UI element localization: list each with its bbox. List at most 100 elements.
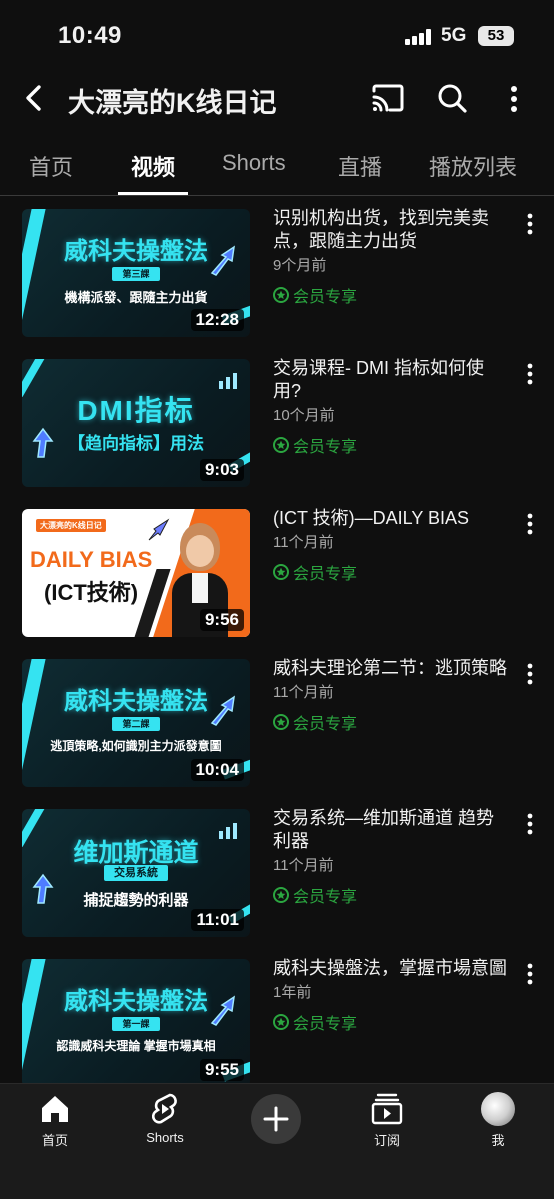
members-star-icon [273, 287, 289, 303]
plus-icon [263, 1106, 289, 1132]
video-age: 9个月前 [273, 257, 327, 274]
video-title[interactable]: 威科夫理论第二节：逃顶策略 [273, 657, 509, 680]
battery-icon: 53 [478, 26, 514, 46]
thumbnail-badge: 第三課 [112, 267, 160, 281]
subscriptions-icon [371, 1093, 403, 1125]
video-options-icon[interactable] [522, 961, 538, 987]
video-thumbnail[interactable]: 威科夫操盤法 第一課 認識威科夫理論 掌握市場真相 9:55 [22, 959, 250, 1087]
thumbnail-subtitle: 捕捉趨勢的利器 [83, 892, 189, 909]
thumbnail-title: DMI指标 [77, 395, 195, 426]
members-only-badge: 会员专享 [273, 283, 509, 307]
video-age: 11个月前 [273, 857, 334, 874]
nav-you-label: 我 [491, 1133, 505, 1148]
nav-shorts[interactable]: Shorts [125, 1092, 205, 1145]
create-button[interactable] [251, 1094, 301, 1144]
video-options-icon[interactable] [522, 661, 538, 687]
back-arrow-icon[interactable] [18, 82, 50, 114]
members-star-icon [273, 714, 289, 730]
arrow-up-icon [32, 873, 54, 904]
app-header: 大漂亮的K线日记 [0, 70, 554, 128]
cast-icon[interactable] [370, 82, 406, 114]
arrow-up-icon [210, 695, 235, 726]
tab-videos[interactable]: 视频 [131, 150, 175, 182]
bottom-navigation: 首页 Shorts 订阅 我 [0, 1083, 554, 1199]
shorts-icon [151, 1093, 177, 1124]
arrow-up-icon [210, 995, 235, 1026]
video-title[interactable]: 交易系统—维加斯通道 趋势利器 [273, 807, 509, 853]
members-only-badge: 会员专享 [273, 433, 509, 457]
video-options-icon[interactable] [522, 511, 538, 537]
search-icon[interactable] [435, 81, 469, 115]
video-item[interactable]: 威科夫操盤法 第三課 機構派發、跟隨主力出貨 12:28 识别机构出货，找到完美… [0, 197, 554, 347]
video-thumbnail[interactable]: 威科夫操盤法 第二課 逃頂策略,如何識別主力派發意圖 10:04 [22, 659, 250, 787]
thumbnail-badge: 第二課 [112, 717, 160, 731]
members-only-badge: 会员专享 [273, 1010, 509, 1034]
nav-you[interactable]: 我 [458, 1092, 538, 1149]
video-duration: 9:56 [199, 609, 244, 631]
video-title[interactable]: 交易课程- DMI 指标如何使用? [273, 357, 509, 403]
tab-shorts[interactable]: Shorts [222, 150, 286, 176]
bar-chart-icon [219, 373, 237, 389]
nav-shorts-label: Shorts [146, 1130, 184, 1145]
video-age: 10个月前 [273, 407, 335, 424]
rocket-icon [148, 518, 170, 541]
more-options-icon[interactable] [498, 82, 530, 116]
video-thumbnail[interactable]: 维加斯通道 交易系統 捕捉趨勢的利器 11:01 [22, 809, 250, 937]
thumbnail-title: DAILY BIAS [30, 547, 153, 572]
video-duration: 9:55 [199, 1059, 244, 1081]
members-only-badge: 会员专享 [273, 883, 509, 907]
video-title[interactable]: 识别机构出货，找到完美卖点，跟随主力出货 [273, 207, 509, 253]
video-thumbnail[interactable]: DMI指标 【趋向指标】用法 9:03 [22, 359, 250, 487]
tab-home[interactable]: 首页 [29, 150, 73, 182]
status-bar: 10:49 5G 53 [0, 0, 554, 70]
members-only-label: 会员专享 [293, 566, 358, 583]
bar-chart-icon [219, 823, 237, 839]
video-item[interactable]: 威科夫操盤法 第二課 逃頂策略,如何識別主力派發意圖 10:04 威科夫理论第二… [0, 647, 554, 797]
active-tab-indicator [118, 192, 188, 195]
nav-home-label: 首页 [41, 1133, 68, 1148]
arrow-up-icon [210, 245, 235, 276]
nav-subscriptions-label: 订阅 [373, 1133, 400, 1148]
video-thumbnail[interactable]: 威科夫操盤法 第三課 機構派發、跟隨主力出貨 12:28 [22, 209, 250, 337]
thumbnail-subtitle: (ICT技術) [44, 580, 139, 605]
members-only-badge: 会员专享 [273, 560, 509, 584]
members-only-label: 会员专享 [293, 289, 358, 306]
video-meta: 识别机构出货，找到完美卖点，跟随主力出货 9个月前 会员专享 [273, 207, 509, 307]
thumbnail-subtitle: 逃頂策略,如何識別主力派發意圖 [50, 739, 222, 753]
thumbnail-subtitle: 【趋向指标】用法 [68, 434, 204, 453]
video-options-icon[interactable] [522, 211, 538, 237]
video-item[interactable]: DMI指标 【趋向指标】用法 9:03 交易课程- DMI 指标如何使用? 10… [0, 347, 554, 497]
signal-icon [405, 29, 433, 45]
video-duration: 10:04 [190, 759, 244, 781]
tab-playlists[interactable]: 播放列表 [429, 150, 517, 182]
nav-home[interactable]: 首页 [15, 1092, 95, 1149]
video-duration: 12:28 [190, 309, 244, 331]
video-item[interactable]: 维加斯通道 交易系統 捕捉趨勢的利器 11:01 交易系统—维加斯通道 趋势利器… [0, 797, 554, 947]
video-item[interactable]: 威科夫操盤法 第一課 認識威科夫理論 掌握市場真相 9:55 威科夫操盤法，掌握… [0, 947, 554, 1097]
video-meta: 交易系统—维加斯通道 趋势利器 11个月前 会员专享 [273, 807, 509, 907]
members-star-icon [273, 437, 289, 453]
video-options-icon[interactable] [522, 811, 538, 837]
video-options-icon[interactable] [522, 361, 538, 387]
video-age: 1年前 [273, 984, 312, 1001]
video-duration: 9:03 [199, 459, 244, 481]
video-item[interactable]: 大漂亮的K线日记 DAILY BIAS (ICT技術) 9:56 (ICT 技術… [0, 497, 554, 647]
home-icon [42, 1096, 68, 1122]
video-title[interactable]: 威科夫操盤法，掌握市場意圖 [273, 957, 509, 980]
thumbnail-subtitle: 機構派發、跟隨主力出貨 [64, 290, 208, 305]
network-type: 5G [441, 25, 467, 46]
video-age: 11个月前 [273, 534, 334, 551]
nav-subscriptions[interactable]: 订阅 [347, 1092, 427, 1149]
members-only-label: 会员专享 [293, 439, 358, 456]
video-title[interactable]: (ICT 技術)—DAILY BIAS [273, 507, 509, 530]
thumbnail-badge: 交易系統 [104, 865, 168, 881]
video-meta: 威科夫理论第二节：逃顶策略 11个月前 会员专享 [273, 657, 509, 734]
video-thumbnail[interactable]: 大漂亮的K线日记 DAILY BIAS (ICT技術) 9:56 [22, 509, 250, 637]
thumbnail-title: 维加斯通道 [73, 839, 199, 867]
members-only-label: 会员专享 [293, 716, 358, 733]
channel-tabs: 首页 视频 Shorts 直播 播放列表 [0, 140, 554, 196]
tab-live[interactable]: 直播 [338, 150, 382, 182]
video-meta: 交易课程- DMI 指标如何使用? 10个月前 会员专享 [273, 357, 509, 457]
video-age: 11个月前 [273, 684, 334, 701]
arrow-up-icon [32, 427, 54, 458]
